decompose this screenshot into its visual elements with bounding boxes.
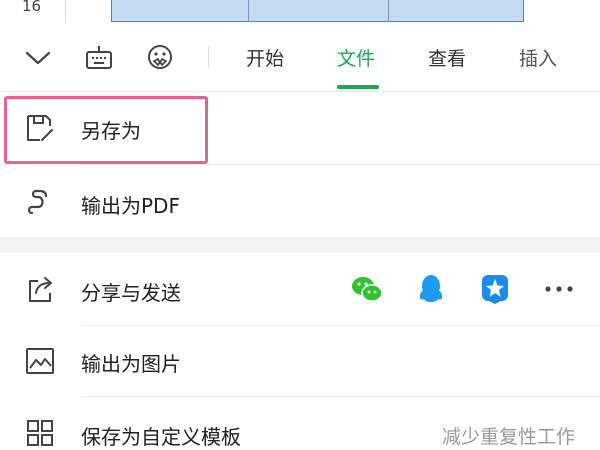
menu-item-export-image[interactable]: 输出为图片 <box>0 326 600 396</box>
tab-view[interactable]: 查看 <box>428 44 466 71</box>
menu-item-export-pdf[interactable]: 输出为PDF <box>0 165 600 237</box>
assistant-icon[interactable] <box>142 40 178 76</box>
template-icon <box>24 417 56 449</box>
pdf-export-icon <box>24 185 56 217</box>
row-number: 16 <box>0 0 66 22</box>
cell-divider <box>388 0 389 22</box>
menu-item-hint: 减少重复性工作 <box>441 426 575 448</box>
menu-item-label: 保存为自定义模板 <box>81 425 241 449</box>
wechat-icon[interactable] <box>350 272 384 306</box>
more-icon[interactable] <box>542 272 576 306</box>
toolbar-separator <box>208 46 209 68</box>
cell-divider <box>248 0 249 22</box>
menu-item-label: 输出为图片 <box>81 352 181 376</box>
ribbon-toolbar: 开始 文件 查看 插入 <box>0 22 600 92</box>
highlight-box <box>4 96 208 164</box>
qq-icon[interactable] <box>414 272 448 306</box>
image-export-icon <box>24 345 56 377</box>
spreadsheet-strip: 16 <box>0 0 600 22</box>
dingtalk-icon[interactable] <box>478 272 512 306</box>
share-icon <box>24 273 56 305</box>
tab-start[interactable]: 开始 <box>246 44 284 71</box>
active-tab-indicator <box>337 85 379 89</box>
menu-item-label: 输出为PDF <box>81 194 180 218</box>
keyboard-icon[interactable] <box>81 40 117 76</box>
section-gap <box>0 237 600 253</box>
tab-insert[interactable]: 插入 <box>519 44 557 71</box>
tab-file[interactable]: 文件 <box>337 44 375 71</box>
menu-item-label: 分享与发送 <box>81 281 181 305</box>
menu-item-save-template[interactable]: 保存为自定义模板 减少重复性工作 <box>0 397 600 450</box>
menu-item-share[interactable]: 分享与发送 <box>0 253 600 325</box>
chevron-down-icon[interactable] <box>20 40 56 76</box>
selected-cells[interactable] <box>111 0 524 22</box>
